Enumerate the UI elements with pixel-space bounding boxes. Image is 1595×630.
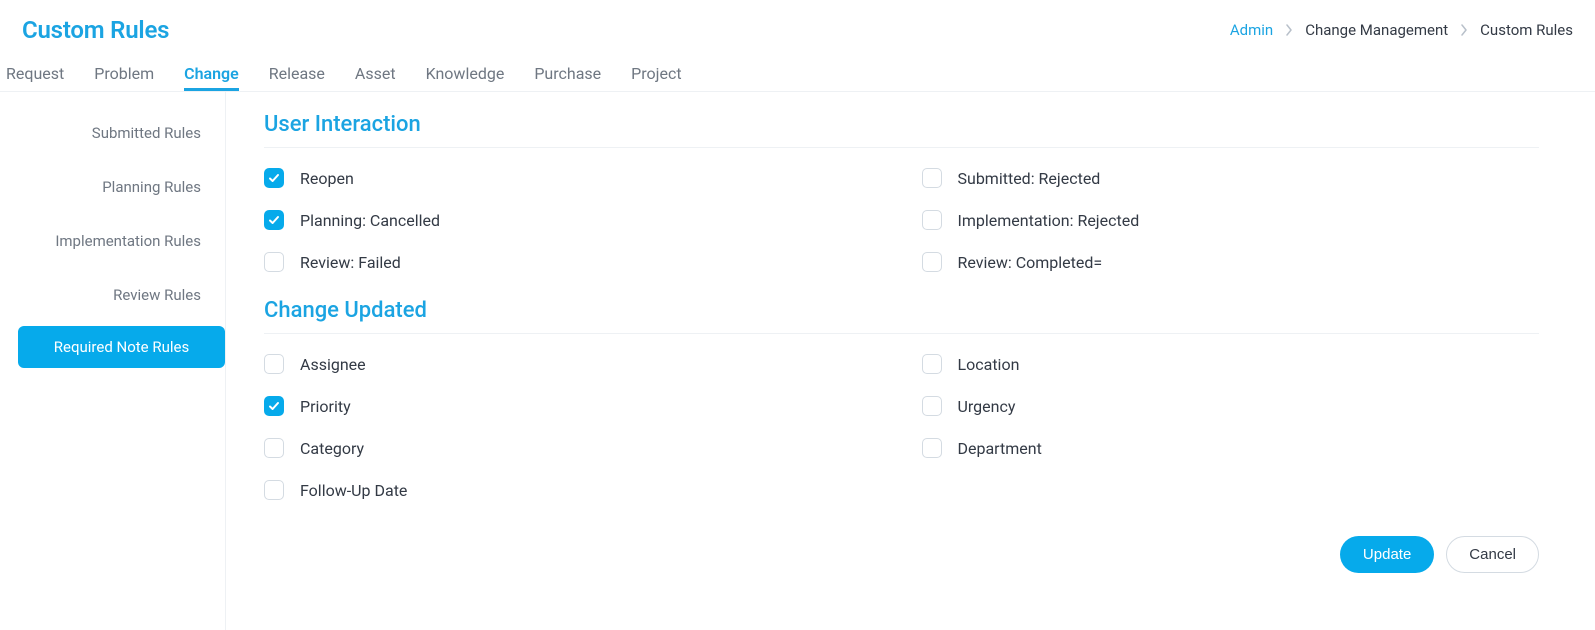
option-label: Follow-Up Date xyxy=(300,481,407,500)
checkbox-review-completed-[interactable] xyxy=(922,252,942,272)
chevron-right-icon xyxy=(1460,24,1468,36)
tab-problem[interactable]: Problem xyxy=(94,66,154,91)
checkbox-priority[interactable] xyxy=(264,396,284,416)
option-label: Reopen xyxy=(300,169,354,188)
content-area: User Interaction Reopen Submitted: Reject… xyxy=(226,92,1595,630)
checkbox-department[interactable] xyxy=(922,438,942,458)
option-label: Urgency xyxy=(958,397,1016,416)
option-label: Department xyxy=(958,439,1042,458)
section-title-user-interaction: User Interaction xyxy=(264,112,1539,148)
option-row: Reopen xyxy=(264,168,882,188)
tab-project[interactable]: Project xyxy=(631,66,681,91)
sidebar-item-planning-rules[interactable]: Planning Rules xyxy=(0,160,225,214)
option-row: Assignee xyxy=(264,354,882,374)
option-label: Planning: Cancelled xyxy=(300,211,440,230)
option-row: Submitted: Rejected xyxy=(922,168,1540,188)
option-label: Category xyxy=(300,439,364,458)
breadcrumb-change-management: Change Management xyxy=(1305,21,1448,39)
user-interaction-options: Reopen Submitted: Rejected Planning: Cance… xyxy=(264,168,1539,272)
option-row: Review: Failed xyxy=(264,252,882,272)
option-row: Urgency xyxy=(922,396,1540,416)
option-label: Review: Completed= xyxy=(958,253,1103,272)
breadcrumb-admin[interactable]: Admin xyxy=(1230,21,1273,39)
tab-purchase[interactable]: Purchase xyxy=(534,66,601,91)
option-label: Priority xyxy=(300,397,351,416)
breadcrumb: Admin Change Management Custom Rules xyxy=(1230,21,1573,39)
breadcrumb-custom-rules: Custom Rules xyxy=(1480,21,1573,39)
option-label: Implementation: Rejected xyxy=(958,211,1140,230)
checkbox-urgency[interactable] xyxy=(922,396,942,416)
section-title-change-updated: Change Updated xyxy=(264,298,1539,334)
change-updated-options: Assignee Location Priority Urgency Category D… xyxy=(264,354,1539,500)
tab-change[interactable]: Change xyxy=(184,66,239,91)
option-row: Planning: Cancelled xyxy=(264,210,882,230)
checkbox-submitted-rejected[interactable] xyxy=(922,168,942,188)
option-label: Assignee xyxy=(300,355,366,374)
cancel-button[interactable]: Cancel xyxy=(1446,536,1539,573)
option-row: Category xyxy=(264,438,882,458)
option-label: Review: Failed xyxy=(300,253,401,272)
checkbox-implementation-rejected[interactable] xyxy=(922,210,942,230)
option-row: Implementation: Rejected xyxy=(922,210,1540,230)
tab-request[interactable]: Request xyxy=(6,66,64,91)
checkbox-review-failed[interactable] xyxy=(264,252,284,272)
sidebar-item-review-rules[interactable]: Review Rules xyxy=(0,268,225,322)
option-row: Follow-Up Date xyxy=(264,480,882,500)
page-title: Custom Rules xyxy=(22,16,169,44)
option-label: Location xyxy=(958,355,1020,374)
sidebar-item-required-note-rules[interactable]: Required Note Rules xyxy=(18,326,225,368)
update-button[interactable]: Update xyxy=(1340,536,1434,573)
tab-asset[interactable]: Asset xyxy=(355,66,396,91)
option-label: Submitted: Rejected xyxy=(958,169,1101,188)
checkbox-planning-cancelled[interactable] xyxy=(264,210,284,230)
sidebar-item-submitted-rules[interactable]: Submitted Rules xyxy=(0,106,225,160)
option-row: Review: Completed= xyxy=(922,252,1540,272)
option-row: Priority xyxy=(264,396,882,416)
tab-release[interactable]: Release xyxy=(269,66,325,91)
footer-actions: Update Cancel xyxy=(264,536,1539,573)
option-row: Location xyxy=(922,354,1540,374)
checkbox-category[interactable] xyxy=(264,438,284,458)
checkbox-assignee[interactable] xyxy=(264,354,284,374)
top-tabs: Request Problem Change Release Asset Knowledg… xyxy=(0,48,1595,92)
checkbox-location[interactable] xyxy=(922,354,942,374)
tab-knowledge[interactable]: Knowledge xyxy=(426,66,505,91)
checkbox-follow-up-date[interactable] xyxy=(264,480,284,500)
chevron-right-icon xyxy=(1285,24,1293,36)
left-sidebar: Submitted RulesPlanning RulesImplementat… xyxy=(0,92,226,630)
checkbox-reopen[interactable] xyxy=(264,168,284,188)
option-row: Department xyxy=(922,438,1540,458)
sidebar-item-implementation-rules[interactable]: Implementation Rules xyxy=(0,214,225,268)
